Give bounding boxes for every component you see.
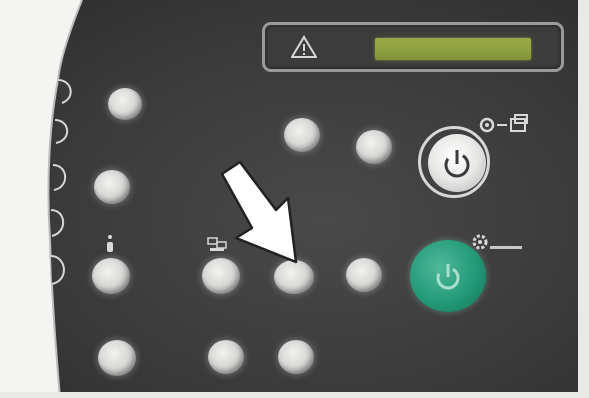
gear-icon bbox=[472, 234, 522, 250]
warning-triangle-icon bbox=[291, 35, 317, 58]
side-tab-1 bbox=[57, 79, 72, 104]
left-edge-white bbox=[0, 0, 82, 398]
power-button[interactable] bbox=[428, 134, 486, 192]
info-icon bbox=[107, 235, 113, 252]
left-button-4[interactable] bbox=[98, 340, 136, 376]
middle-button-2[interactable] bbox=[208, 340, 244, 374]
left-button-1[interactable] bbox=[108, 88, 142, 120]
upper-button-2[interactable] bbox=[356, 130, 392, 164]
pointer-arrow-icon bbox=[220, 160, 298, 264]
lcd-screen bbox=[375, 38, 531, 60]
side-tab-5 bbox=[50, 255, 65, 285]
bottom-edge bbox=[0, 392, 589, 398]
lcd-display-frame bbox=[262, 22, 564, 72]
lower-button[interactable] bbox=[278, 340, 314, 374]
side-tab-2 bbox=[54, 119, 69, 144]
power-icon bbox=[444, 150, 470, 178]
upper-button-1[interactable] bbox=[284, 118, 320, 152]
side-tab-3 bbox=[52, 164, 67, 191]
control-panel bbox=[0, 0, 589, 398]
left-button-3[interactable] bbox=[92, 258, 130, 294]
left-button-2[interactable] bbox=[94, 170, 130, 204]
side-button[interactable] bbox=[346, 258, 382, 292]
side-tab-4 bbox=[50, 209, 65, 237]
right-edge bbox=[578, 0, 589, 398]
key-ready-icon bbox=[479, 114, 528, 133]
